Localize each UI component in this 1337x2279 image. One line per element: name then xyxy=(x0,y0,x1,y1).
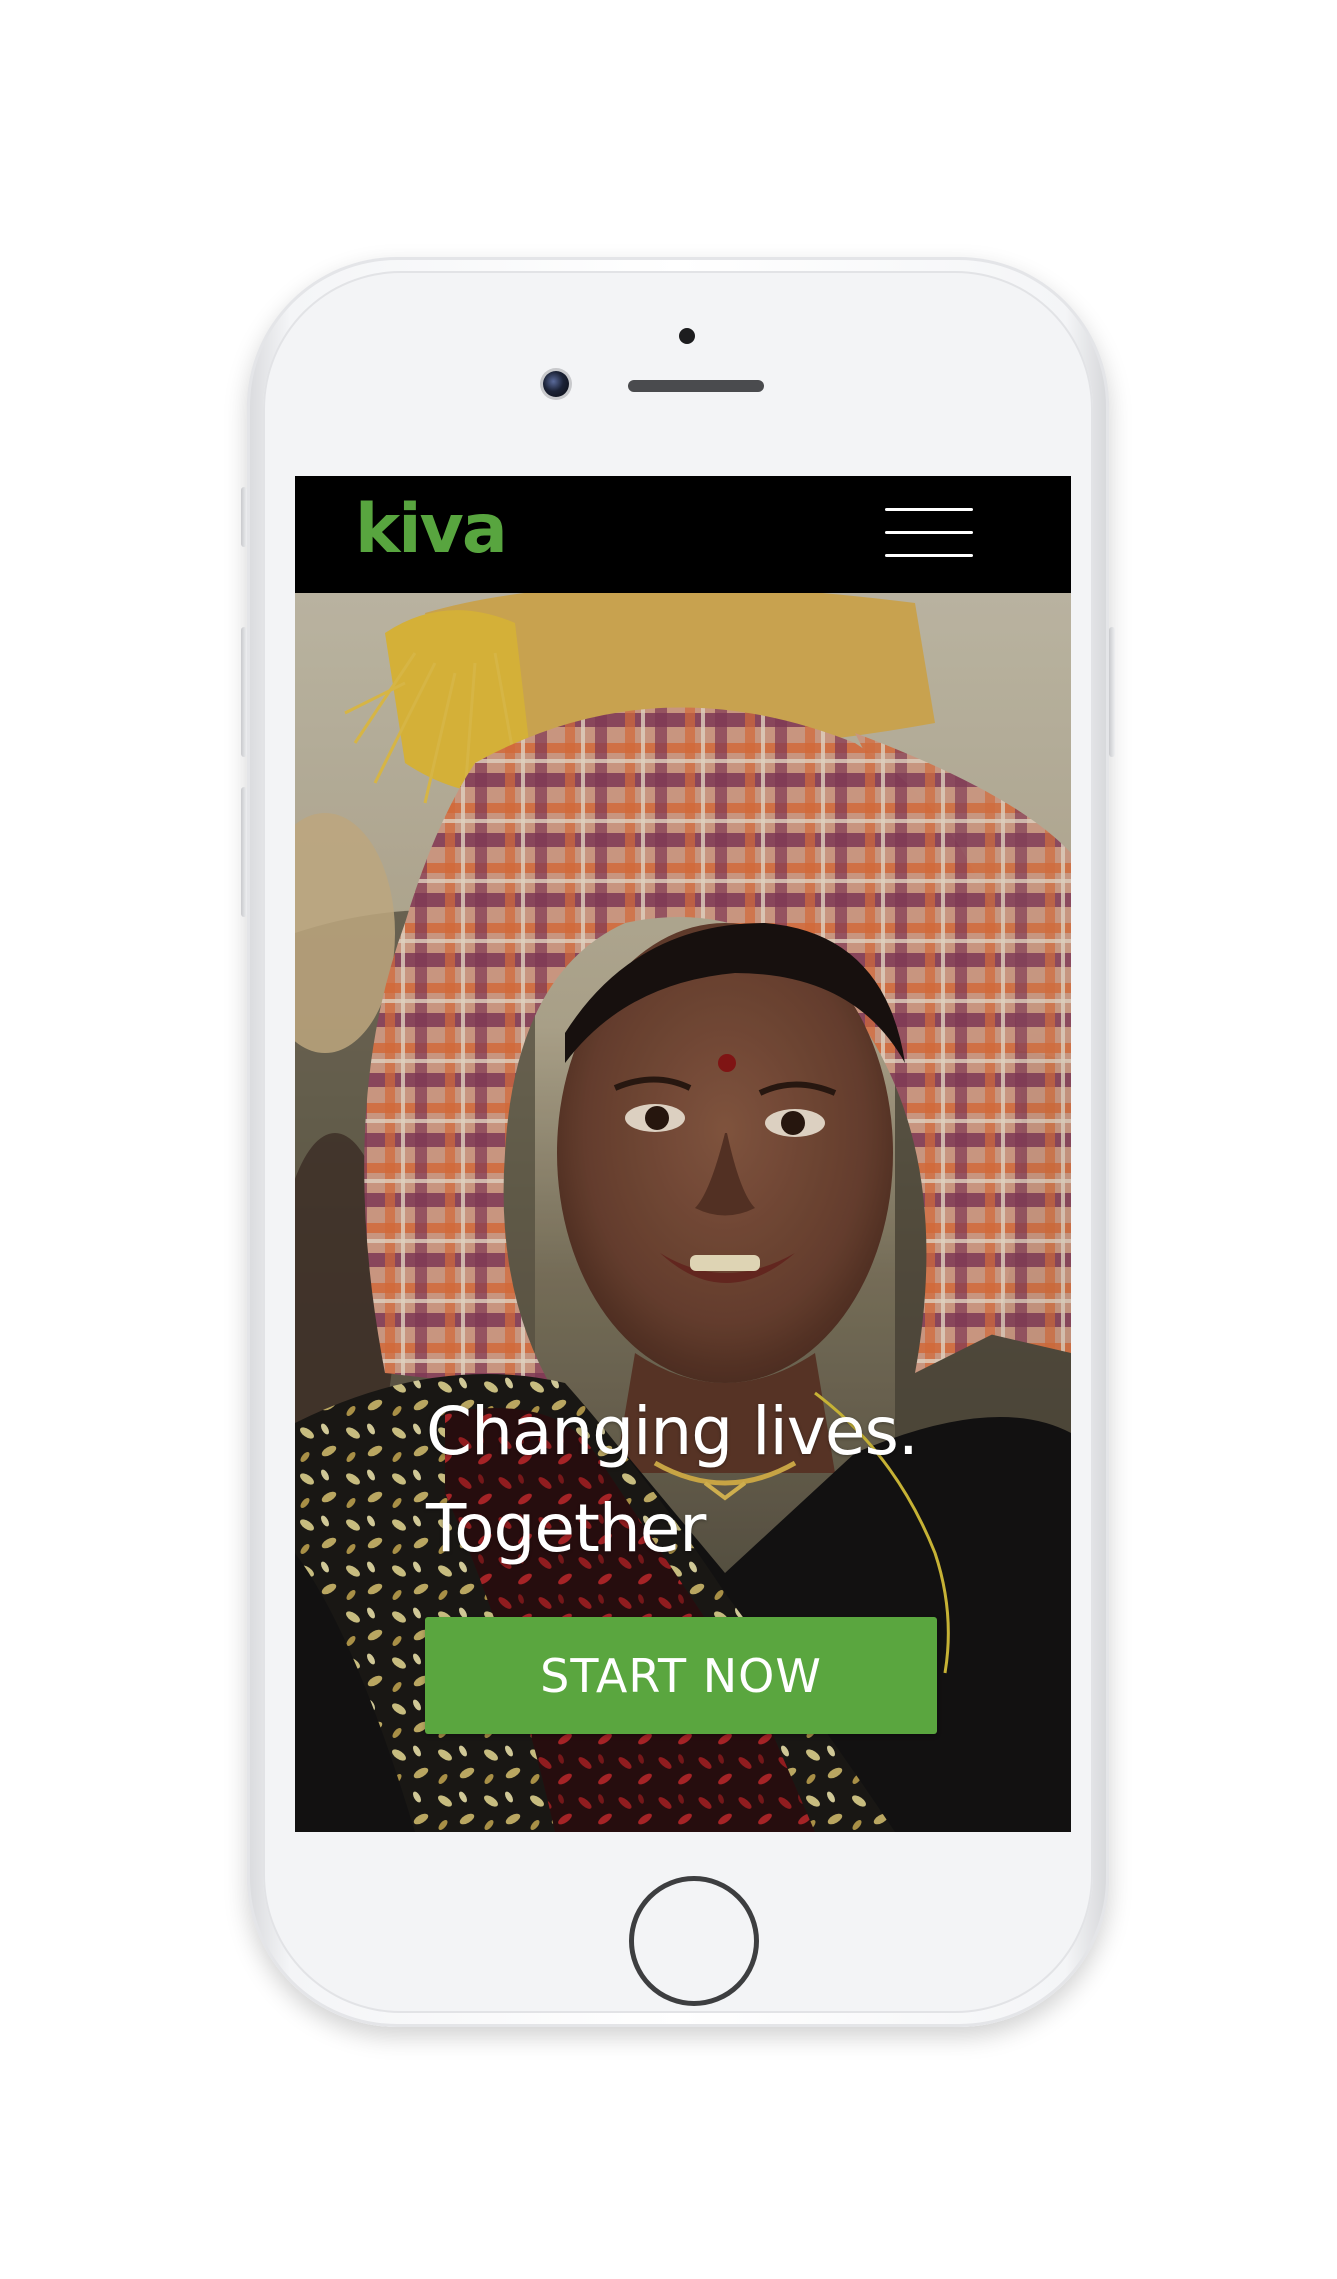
mockup-stage: kiva Changing lives. Together START NOW xyxy=(0,0,1337,2279)
proximity-sensor xyxy=(679,328,695,344)
menu-bar xyxy=(885,508,973,511)
menu-bar xyxy=(885,531,973,534)
menu-bar xyxy=(885,554,973,557)
headline-line-1: Changing lives. xyxy=(426,1393,919,1470)
hero-section: Changing lives. Together START NOW xyxy=(295,593,1071,1832)
start-now-button[interactable]: START NOW xyxy=(425,1617,937,1734)
volume-down-button xyxy=(241,787,247,917)
headline-line-2: Together xyxy=(426,1490,706,1567)
top-navbar: kiva xyxy=(295,476,1071,593)
earpiece-speaker xyxy=(628,380,764,392)
mute-switch xyxy=(241,487,247,547)
volume-up-button xyxy=(241,627,247,757)
hero-headline: Changing lives. Together xyxy=(426,1383,1046,1577)
front-camera-icon xyxy=(543,371,569,397)
phone-screen: kiva Changing lives. Together START NOW xyxy=(295,476,1071,1832)
home-button[interactable] xyxy=(629,1876,759,2006)
power-button xyxy=(1109,627,1115,757)
kiva-logo[interactable]: kiva xyxy=(355,490,508,570)
hamburger-menu-icon[interactable] xyxy=(885,508,973,558)
